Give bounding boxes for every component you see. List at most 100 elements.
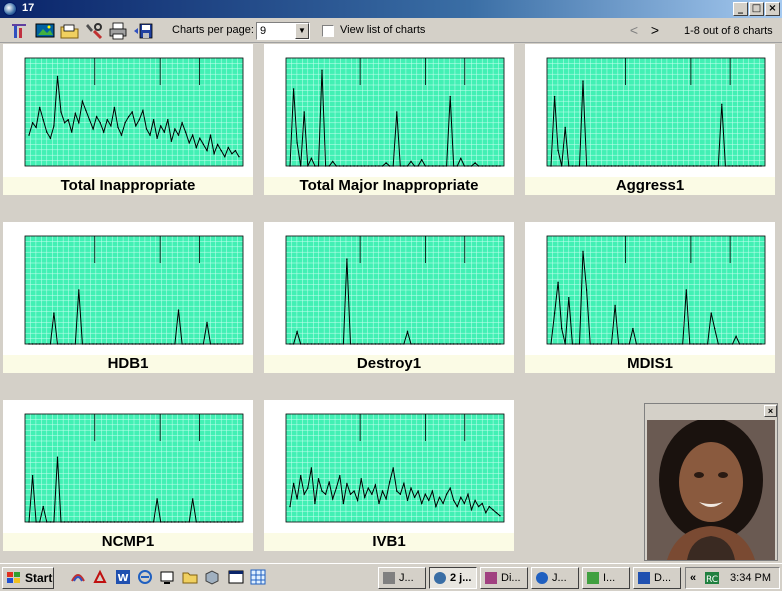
data-point (360, 478, 362, 480)
word-icon[interactable]: W (115, 569, 131, 585)
data-point (296, 498, 298, 500)
taskbar-item[interactable]: J... (531, 567, 579, 589)
data-point (593, 165, 595, 167)
data-point (156, 498, 158, 500)
data-point (481, 502, 483, 505)
chart-panel[interactable]: Total Major Inappropriate (264, 44, 514, 195)
view-list-label: View list of charts (340, 24, 426, 36)
open-folder-icon[interactable] (60, 22, 80, 40)
data-point (81, 343, 84, 345)
data-point (550, 165, 552, 167)
data-point (692, 165, 695, 167)
next-page-button[interactable]: > (648, 22, 662, 40)
data-point (103, 131, 105, 133)
tray-chevron-icon[interactable]: « (690, 568, 696, 588)
data-point (35, 521, 37, 523)
data-point (421, 159, 423, 161)
data-point (346, 258, 348, 260)
data-point (63, 343, 66, 345)
data-point (600, 165, 602, 167)
tools-icon[interactable] (84, 22, 104, 40)
chart-panel[interactable]: Aggress1 (525, 44, 775, 195)
taskbar-item[interactable]: I... (582, 567, 630, 589)
data-point (731, 343, 734, 345)
data-point (678, 343, 680, 345)
data-point (142, 521, 144, 523)
data-point (135, 125, 137, 127)
maximize-button[interactable]: □ (749, 2, 764, 16)
folder-icon[interactable] (182, 569, 198, 585)
chart-panel[interactable]: NCMP1 (3, 400, 253, 551)
data-point (35, 343, 37, 345)
data-point (646, 343, 648, 345)
data-point (392, 467, 394, 469)
grid-icon[interactable] (250, 569, 266, 585)
taskbar-item[interactable]: Di... (480, 567, 528, 589)
data-point (460, 157, 462, 159)
data-point (209, 521, 212, 523)
data-point (449, 95, 451, 98)
data-point (467, 493, 469, 495)
data-point (310, 157, 313, 159)
data-point (431, 165, 434, 167)
data-point (53, 125, 55, 127)
data-point (46, 521, 48, 523)
prev-page-button[interactable]: < (627, 22, 641, 40)
data-point (307, 487, 309, 489)
data-point (621, 343, 623, 345)
data-point (35, 126, 37, 129)
data-point (67, 521, 69, 523)
quicklaunch-app-icon[interactable] (70, 569, 86, 585)
chart-panel[interactable]: IVB1 (264, 400, 514, 551)
save-icon[interactable] (133, 22, 153, 40)
print-icon[interactable] (108, 22, 128, 40)
taskbar-item[interactable]: D... (633, 567, 681, 589)
acrobat-icon[interactable] (92, 569, 108, 585)
ie-icon[interactable] (137, 569, 153, 585)
dropdown-arrow-icon[interactable]: ▼ (295, 23, 309, 39)
data-point (296, 331, 298, 333)
data-point (28, 134, 30, 136)
minimize-button[interactable]: _ (733, 2, 748, 16)
data-point (628, 343, 630, 345)
chart-panel[interactable]: MDIS1 (525, 222, 775, 373)
data-point (99, 343, 101, 345)
view-list-checkbox[interactable] (322, 25, 334, 37)
data-point (120, 521, 123, 523)
data-point (353, 343, 355, 345)
data-point (199, 137, 201, 139)
chart-panel[interactable]: Destroy1 (264, 222, 514, 373)
data-point (321, 490, 323, 492)
chart-panel[interactable]: HDB1 (3, 222, 253, 373)
data-point (568, 165, 570, 167)
data-point (760, 343, 762, 345)
data-point (406, 499, 409, 502)
data-point (71, 521, 73, 523)
data-point (128, 521, 130, 523)
data-point (317, 478, 320, 480)
data-point (85, 109, 87, 112)
data-point (392, 165, 394, 167)
data-point (360, 343, 362, 345)
data-point (442, 502, 444, 505)
data-point (653, 343, 655, 345)
chart-panel[interactable]: Total Inappropriate (3, 44, 253, 195)
data-point (339, 165, 341, 167)
taskbar-item-active[interactable]: 2 j... (429, 567, 477, 589)
taskbar-item[interactable]: J... (378, 567, 426, 589)
tray-app-icon[interactable]: RC (704, 571, 720, 585)
charts-per-page-select[interactable]: 9 ▼ (256, 22, 310, 40)
picture-icon[interactable] (35, 22, 55, 40)
data-point (685, 165, 687, 167)
window-icon[interactable] (228, 569, 244, 585)
chart-type-icon[interactable] (10, 22, 30, 40)
desktop-icon[interactable] (159, 569, 175, 585)
close-button[interactable]: × (765, 2, 780, 16)
data-point (67, 343, 69, 345)
data-point (195, 146, 197, 149)
data-point (74, 343, 77, 345)
data-point (28, 521, 30, 523)
photo-close-button[interactable]: × (764, 405, 777, 417)
start-button[interactable]: Start (2, 567, 54, 589)
box-icon[interactable] (204, 569, 220, 585)
